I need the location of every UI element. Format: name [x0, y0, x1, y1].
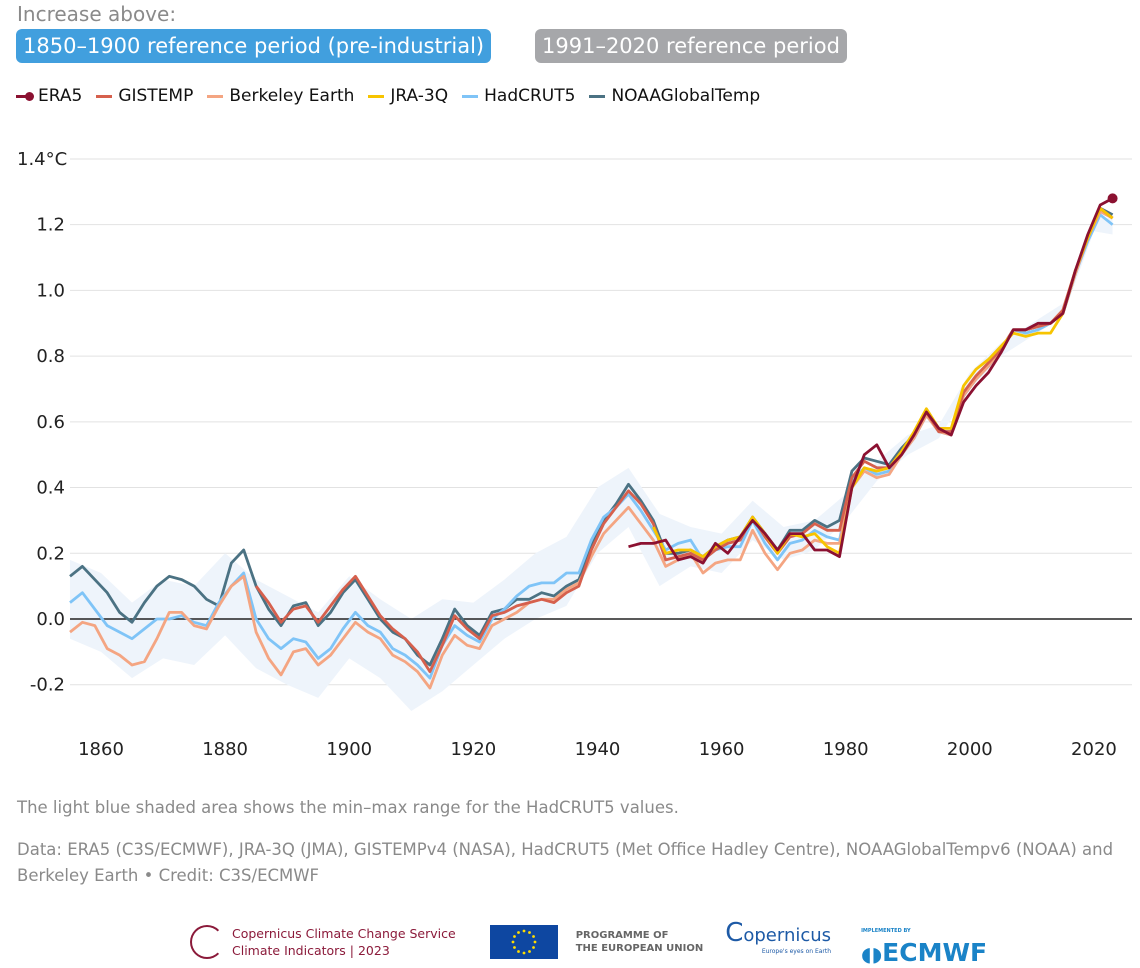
eu-line1: PROGRAMME OF — [575, 930, 669, 941]
temperature-chart: -0.2 0.0 0.2 0.4 0.6 0.8 1.0 1.2 1.4°C 1860 1880 19… — [17, 149, 1132, 760]
eu-star-icon — [531, 935, 535, 938]
eu-star-icon — [512, 946, 516, 949]
eu-star-icon — [511, 940, 515, 944]
x-tick-label: 1920 — [450, 739, 496, 760]
c3s-line1: Copernicus Climate Change Service — [232, 926, 456, 941]
x-tick-label: 2020 — [1071, 739, 1117, 760]
copernicus-text: opernicus — [743, 924, 832, 946]
series-line-jra-3q — [652, 206, 1114, 558]
x-tick-label: 1940 — [575, 739, 621, 760]
x-tick-label: 2000 — [947, 739, 993, 760]
c3s-line2: Climate Indicators | 2023 — [232, 943, 390, 958]
era5-latest-point — [1107, 193, 1118, 204]
shading-note: The light blue shaded area shows the min… — [17, 798, 679, 817]
y-tick-label: 0.8 — [36, 346, 65, 367]
x-tick-label: 1960 — [699, 739, 745, 760]
x-tick-label: 1980 — [823, 739, 869, 760]
y-tick-label: 1.0 — [36, 280, 65, 301]
series-line-era5 — [628, 197, 1114, 565]
c3s-thermometer-icon — [190, 925, 224, 959]
x-tick-label: 1860 — [78, 739, 124, 760]
eu-star-icon — [533, 940, 537, 944]
eu-star-icon — [522, 929, 526, 933]
y-tick-label: 0.6 — [36, 412, 65, 433]
eu-programme-logo: PROGRAMME OF THE EUROPEAN UNION — [576, 929, 704, 955]
y-tick-label: 1.4°C — [17, 149, 67, 170]
y-tick-label: 0.0 — [36, 609, 65, 630]
eu-star-icon — [522, 951, 526, 955]
y-tick-label: -0.2 — [30, 675, 65, 696]
eu-star-icon — [512, 935, 516, 938]
logo-bar: Copernicus Climate Change Service Climate… — [190, 920, 987, 965]
y-tick-label: 0.4 — [36, 478, 65, 499]
copernicus-logo: Copernicus Europe's eyes on Earth — [725, 920, 832, 960]
y-tick-label: 1.2 — [36, 215, 65, 236]
c3s-logo: Copernicus Climate Change Service Climate… — [190, 925, 456, 959]
eu-star-icon — [516, 950, 520, 953]
y-tick-label: 0.2 — [36, 543, 65, 564]
eu-line2: THE EUROPEAN UNION — [575, 943, 704, 954]
hadcrut5-range-band — [69, 218, 1113, 712]
eu-star-icon — [527, 950, 531, 953]
x-tick-label: 1900 — [326, 739, 372, 760]
ecmwf-text: ECMWF — [882, 937, 988, 967]
credits-note: Data: ERA5 (C3S/ECMWF), JRA-3Q (JMA), GI… — [17, 840, 1114, 885]
ecmwf-logo: IMPLEMENTED BY ◖◗ECMWF — [861, 920, 987, 965]
eu-flag-icon — [489, 925, 558, 959]
eu-star-icon — [531, 946, 535, 949]
eu-star-icon — [516, 931, 520, 934]
x-tick-label: 1880 — [202, 739, 248, 760]
eu-star-icon — [527, 931, 531, 934]
